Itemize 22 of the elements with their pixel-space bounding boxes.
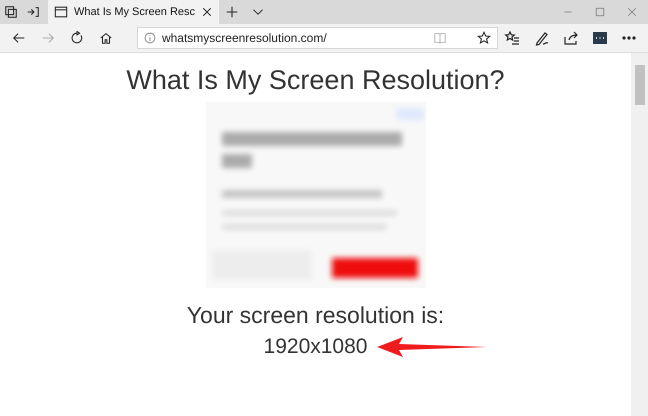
maximize-icon[interactable] — [595, 7, 605, 17]
resolution-label: Your screen resolution is: — [186, 302, 444, 329]
page-heading: What Is My Screen Resolution? — [126, 65, 505, 96]
new-tab-icon[interactable] — [225, 5, 240, 19]
share-icon[interactable] — [562, 30, 579, 46]
home-icon[interactable] — [99, 31, 114, 45]
tab-preview-icon[interactable] — [4, 5, 18, 19]
url-text: whatsmyscreenresolution.com/ — [162, 31, 328, 45]
back-arrow-icon[interactable] — [12, 31, 26, 45]
info-icon — [144, 32, 156, 44]
favorites-list-icon[interactable] — [504, 30, 520, 46]
browser-tab[interactable]: What Is My Screen Resc — [48, 0, 220, 24]
address-bar[interactable]: whatsmyscreenresolution.com/ — [136, 27, 498, 49]
refresh-icon[interactable] — [70, 31, 84, 45]
scrollbar[interactable] — [631, 53, 648, 416]
close-icon[interactable] — [201, 6, 214, 18]
extension-icon[interactable] — [592, 30, 608, 46]
set-aside-tabs-icon[interactable] — [26, 5, 40, 19]
pen-icon[interactable] — [534, 30, 550, 46]
resolution-value: 1920x1080 — [264, 335, 368, 359]
page-icon — [54, 5, 68, 19]
star-icon[interactable] — [476, 31, 491, 45]
